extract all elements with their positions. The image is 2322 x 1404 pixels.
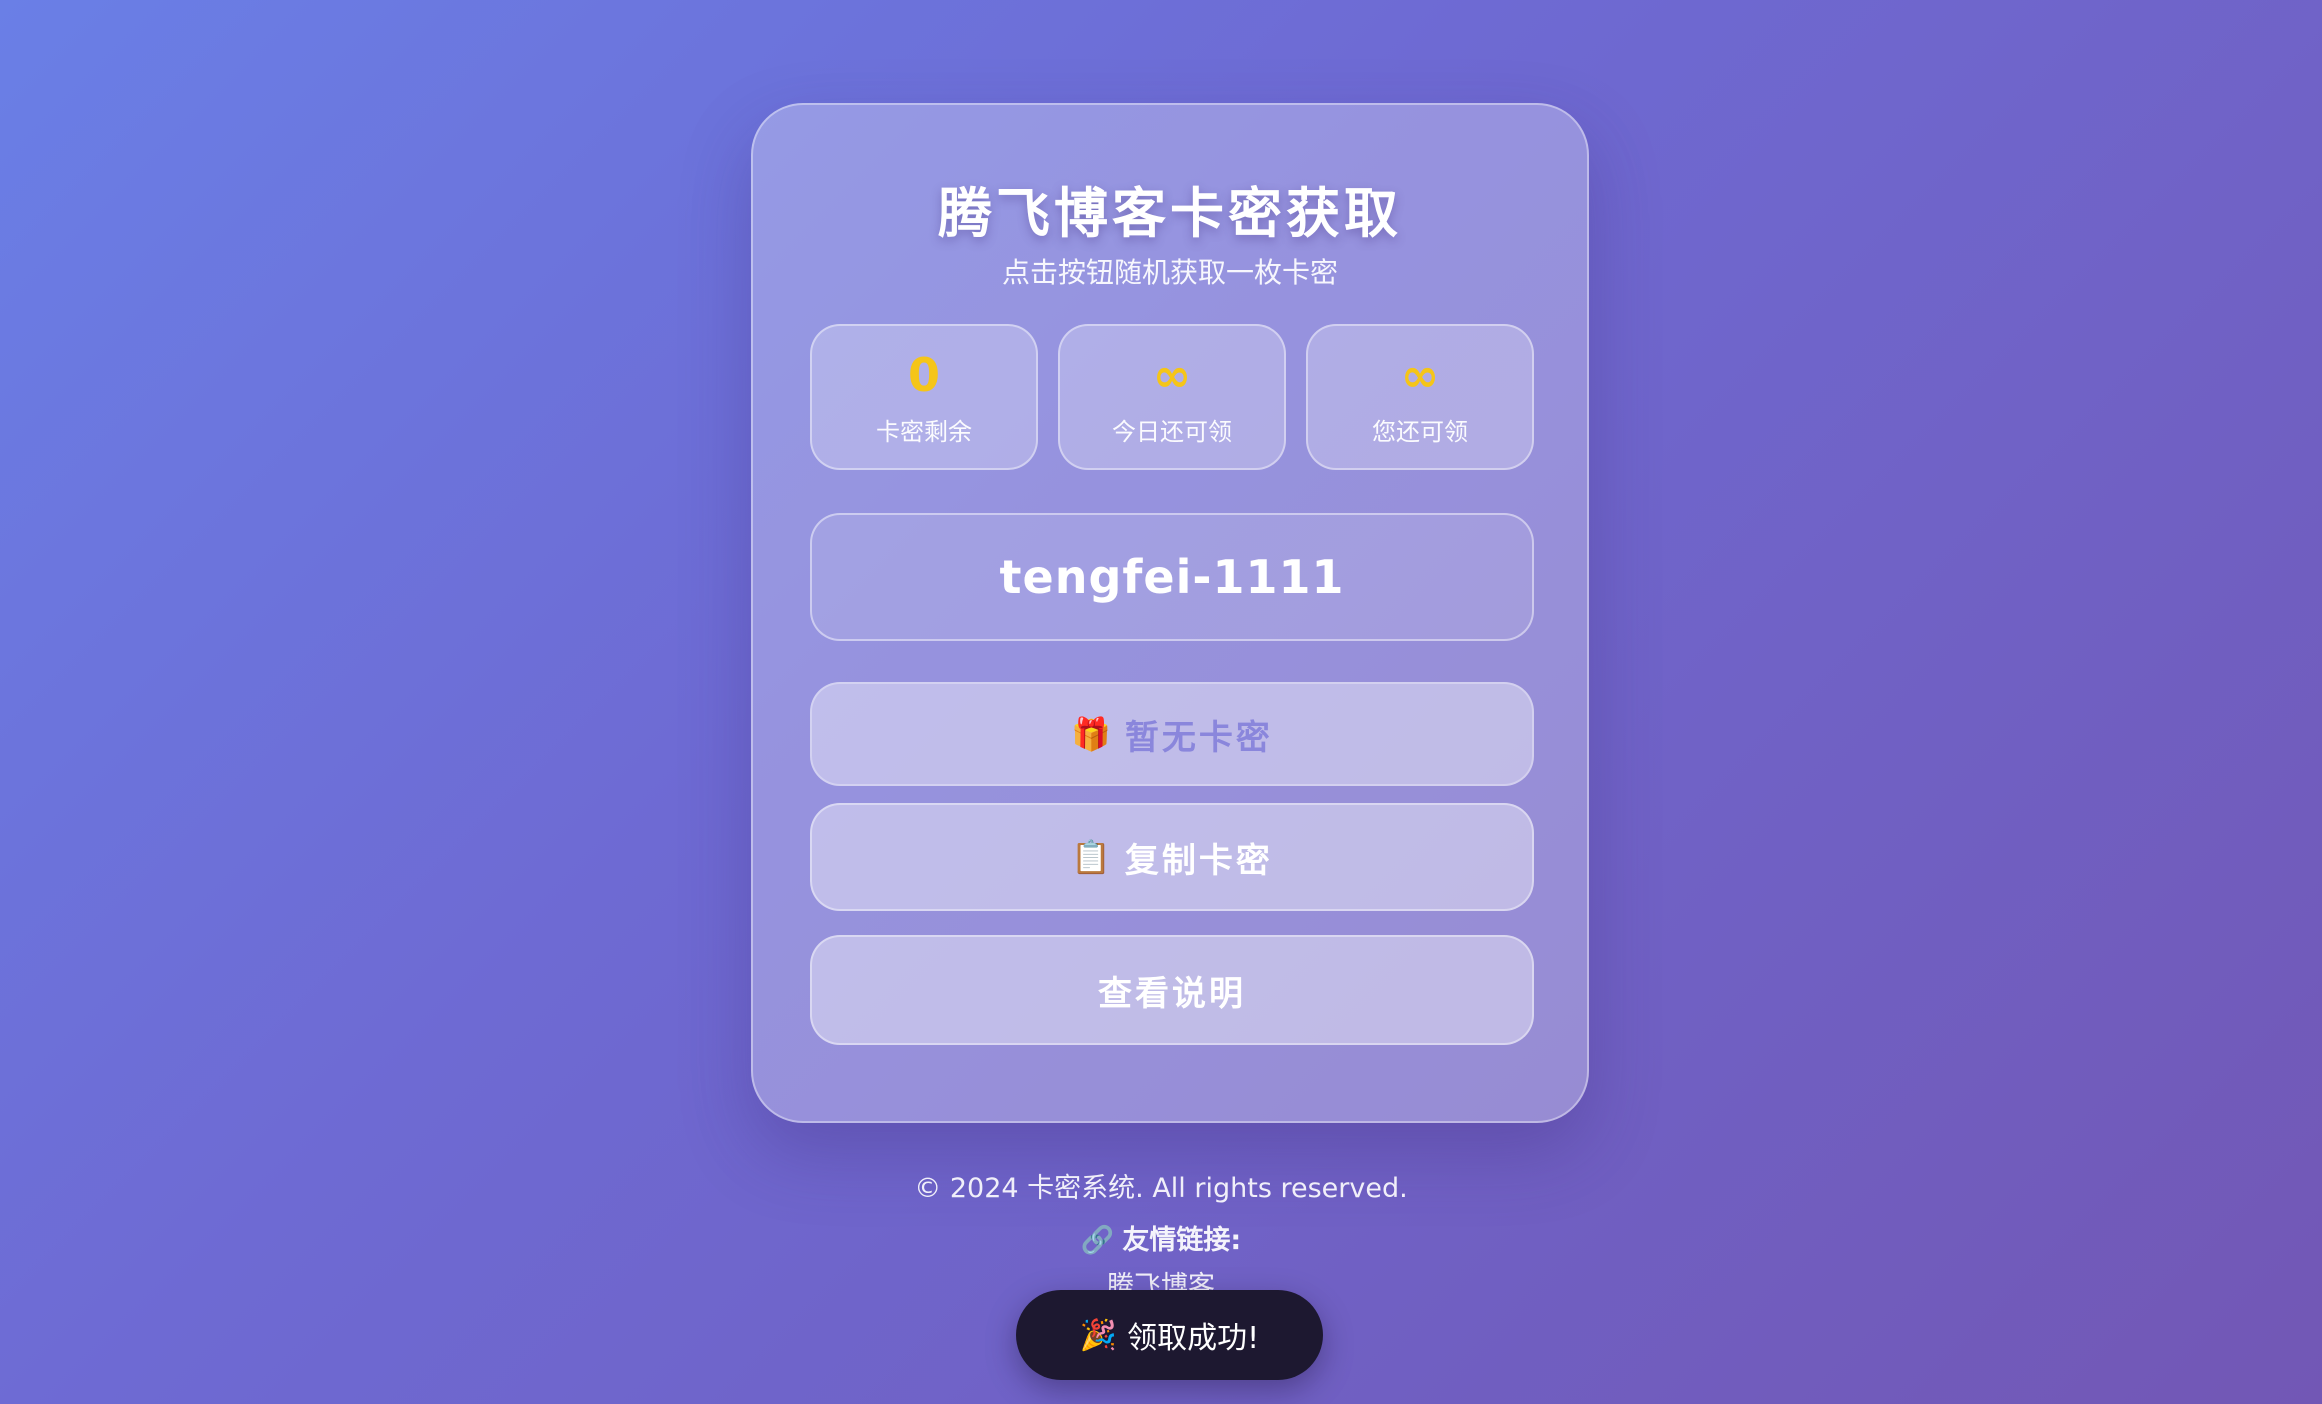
copy-card-button[interactable]: 📋 复制卡密	[810, 803, 1534, 911]
view-instructions-button[interactable]: 查看说明	[810, 935, 1534, 1045]
get-card-button-label: 暂无卡密	[1124, 717, 1273, 758]
stat-remaining-label: 卡密剩余	[876, 418, 972, 446]
footer-links-title: 🔗 友情链接:	[0, 1218, 2322, 1257]
stats-row: 0 卡密剩余 ∞ 今日还可领 ∞ 您还可领	[810, 324, 1534, 470]
clipboard-icon: 📋	[1071, 838, 1111, 876]
copy-card-button-label: 复制卡密	[1124, 840, 1273, 881]
card-code-display: tengfei-1111	[810, 513, 1534, 641]
stat-today: ∞ 今日还可领	[1058, 324, 1286, 470]
stat-today-label: 今日还可领	[1112, 418, 1232, 446]
get-card-button[interactable]: 🎁 暂无卡密	[810, 682, 1534, 786]
stat-user: ∞ 您还可领	[1306, 324, 1534, 470]
stat-remaining-value: 0	[907, 348, 940, 402]
card-panel: 腾飞博客卡密获取 点击按钮随机获取一枚卡密 0 卡密剩余 ∞ 今日还可领 ∞ 您…	[751, 103, 1589, 1123]
link-icon: 🔗	[1080, 1225, 1115, 1256]
stat-remaining: 0 卡密剩余	[810, 324, 1038, 470]
toast-message: 领取成功!	[1127, 1321, 1260, 1356]
stat-today-value: ∞	[1152, 348, 1192, 402]
stat-user-value: ∞	[1400, 348, 1440, 402]
party-popper-icon: 🎉	[1079, 1317, 1118, 1353]
stat-user-label: 您还可领	[1372, 418, 1468, 446]
footer-links-title-text: 友情链接:	[1122, 1225, 1242, 1256]
success-toast: 🎉 领取成功!	[1016, 1290, 1323, 1380]
view-instructions-button-label: 查看说明	[1098, 973, 1246, 1014]
page-subtitle: 点击按钮随机获取一枚卡密	[1001, 256, 1338, 289]
page-title: 腾飞博客卡密获取	[938, 182, 1402, 245]
gift-icon: 🎁	[1071, 715, 1111, 753]
footer-copyright: © 2024 卡密系统. All rights reserved.	[914, 1173, 1408, 1204]
